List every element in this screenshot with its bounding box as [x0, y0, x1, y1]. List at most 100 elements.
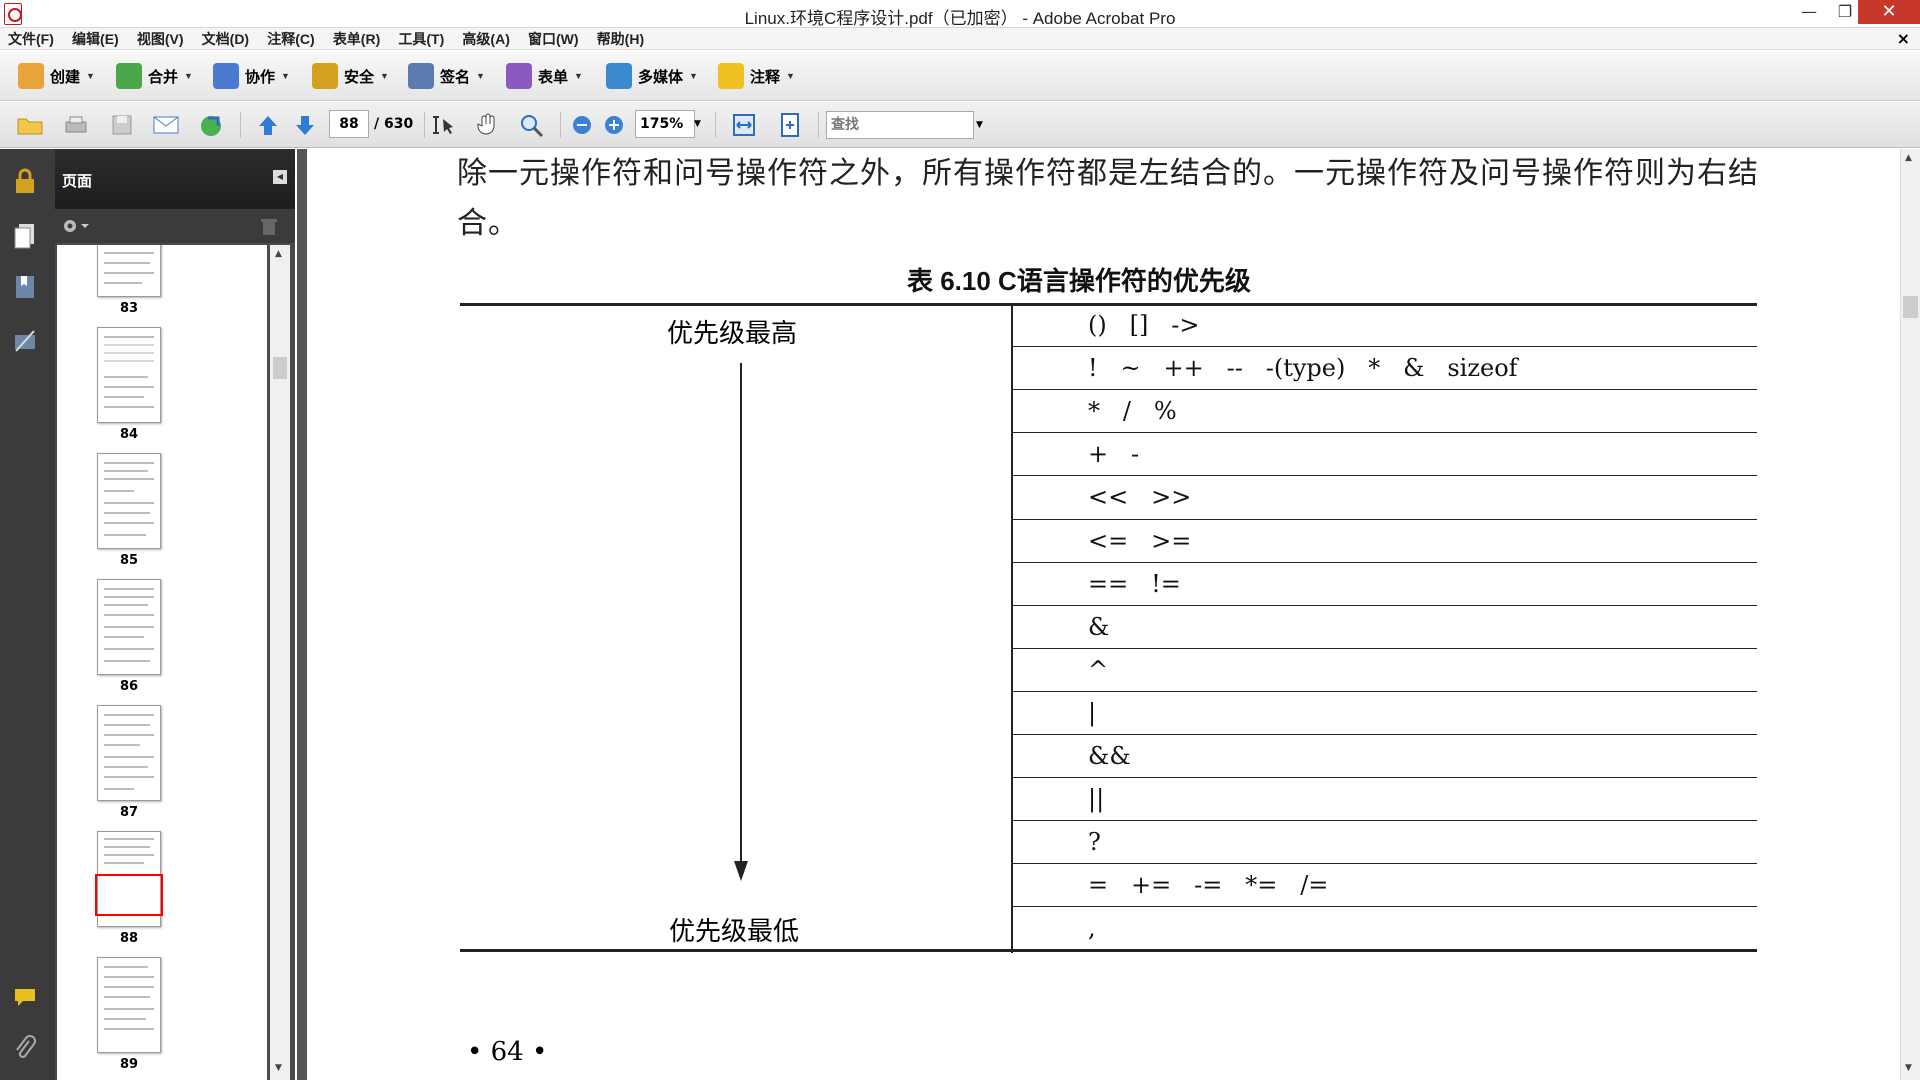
page-thumbnail[interactable] — [97, 245, 161, 297]
table-bottom-rule — [460, 949, 1757, 952]
page-thumbnail-list[interactable]: 83 84 85 86 87 88 89 — [57, 245, 267, 1080]
attachments-panel-button[interactable] — [12, 1035, 40, 1063]
task-create-button[interactable]: 创建 ▼ — [18, 61, 95, 91]
page-thumbnail-label: 87 — [119, 805, 139, 820]
table-caption: 表 6.10 C语言操作符的优先级 — [907, 266, 1251, 296]
row-separator — [1013, 389, 1757, 391]
operator-row: , — [1088, 914, 1096, 943]
pages-panel-title: 页面 — [62, 172, 93, 190]
navigation-pane-strip — [0, 149, 55, 1080]
find-input[interactable]: 查找 — [826, 111, 974, 139]
scroll-up-icon[interactable]: ▲ — [275, 249, 282, 259]
menu-forms[interactable]: 表单(R) — [326, 28, 387, 50]
lowest-priority-label: 优先级最低 — [669, 917, 800, 947]
lock-icon — [312, 63, 338, 89]
chevron-down-icon[interactable]: ▼ — [694, 119, 701, 129]
row-separator — [1013, 734, 1757, 735]
task-label: 注释 — [750, 68, 781, 86]
pages-panel-button[interactable] — [12, 221, 40, 249]
next-page-button[interactable] — [291, 111, 319, 139]
pen-icon — [408, 63, 434, 89]
select-tool-button[interactable] — [430, 111, 458, 139]
close-document-button[interactable]: × — [1897, 29, 1910, 48]
task-comment-button[interactable]: 注释 ▼ — [718, 61, 795, 91]
page-thumbnail[interactable] — [97, 453, 161, 549]
zoom-level-input[interactable]: 175% — [635, 110, 695, 138]
toolbar-divider — [240, 112, 241, 138]
page-thumbnail[interactable] — [97, 327, 161, 423]
page-total-label: / 630 — [374, 116, 414, 132]
print-button[interactable] — [62, 111, 90, 139]
save-button[interactable] — [108, 111, 136, 139]
page-number-input[interactable]: 88 — [329, 110, 369, 138]
fit-page-button[interactable] — [776, 111, 804, 139]
page-thumbnail[interactable] — [97, 705, 161, 801]
hand-tool-button[interactable] — [474, 111, 502, 139]
scrollbar-thumb[interactable] — [273, 357, 287, 379]
folder-icon — [17, 118, 43, 135]
signatures-panel-button[interactable] — [12, 327, 40, 355]
chevron-down-icon: ▼ — [86, 71, 95, 81]
arrow-down-icon — [734, 861, 748, 881]
zoom-out-button[interactable] — [568, 111, 596, 139]
thumbnail-scrollbar[interactable]: ▲ ▼ — [270, 245, 290, 1080]
document-scrollbar[interactable]: ▲ ▼ — [1900, 149, 1920, 1080]
share-button[interactable] — [198, 111, 226, 139]
chevron-down-icon[interactable]: ▼ — [976, 120, 983, 130]
chevron-down-icon: ▼ — [574, 71, 583, 81]
pdf-page: 除一元操作符和问号操作符之外，所有操作符都是左结合的。一元操作符及问号操作符则为… — [307, 149, 1900, 1080]
paperclip-icon — [16, 1035, 36, 1058]
menu-advanced[interactable]: 高级(A) — [455, 28, 516, 50]
text-cursor-icon — [433, 116, 453, 134]
scrollbar-thumb[interactable] — [1903, 296, 1918, 318]
menu-edit[interactable]: 编辑(E) — [65, 28, 126, 50]
menu-file[interactable]: 文件(F) — [0, 28, 61, 50]
task-sign-button[interactable]: 签名 ▼ — [408, 61, 485, 91]
menu-view[interactable]: 视图(V) — [130, 28, 191, 50]
menu-help[interactable]: 帮助(H) — [590, 28, 651, 50]
scroll-up-icon[interactable]: ▲ — [1905, 153, 1912, 163]
task-multimedia-button[interactable]: 多媒体 ▼ — [606, 61, 698, 91]
email-button[interactable] — [152, 111, 180, 139]
comments-panel-button[interactable] — [12, 985, 40, 1013]
menu-window[interactable]: 窗口(W) — [521, 28, 586, 50]
task-combine-button[interactable]: 合并 ▼ — [116, 61, 193, 91]
task-label: 合并 — [148, 68, 179, 86]
document-viewport[interactable]: 除一元操作符和问号操作符之外，所有操作符都是左结合的。一元操作符及问号操作符则为… — [297, 149, 1900, 1080]
row-separator — [1013, 475, 1757, 477]
page-thumbnail[interactable] — [97, 579, 161, 675]
scroll-down-icon[interactable]: ▼ — [275, 1063, 282, 1073]
comment-icon — [718, 63, 744, 89]
menu-document[interactable]: 文档(D) — [195, 28, 256, 50]
task-label: 协作 — [245, 68, 276, 86]
collapse-panel-button[interactable]: ◀ — [273, 170, 287, 184]
page-thumbnail-label: 89 — [119, 1057, 139, 1072]
pages-panel: 页面 ◀ 83 84 85 86 87 88 89 ▲ ▼ — [55, 149, 295, 1080]
task-collaborate-button[interactable]: 协作 ▼ — [213, 61, 290, 91]
task-forms-button[interactable]: 表单 ▼ — [506, 61, 583, 91]
security-lock-button[interactable] — [12, 167, 40, 195]
pages-panel-header: 页面 ◀ — [55, 149, 295, 209]
trash-icon[interactable] — [260, 217, 278, 237]
open-button[interactable] — [16, 111, 44, 139]
pages-panel-toolbar — [55, 209, 295, 243]
page-thumbnail[interactable] — [97, 957, 161, 1053]
collaborate-icon — [213, 63, 239, 89]
zoom-in-button[interactable] — [600, 111, 628, 139]
previous-page-button[interactable] — [254, 111, 282, 139]
gear-icon[interactable] — [61, 216, 91, 236]
fit-width-button[interactable] — [730, 111, 758, 139]
operator-row: & — [1088, 612, 1110, 641]
menu-comments[interactable]: 注释(C) — [260, 28, 321, 50]
task-secure-button[interactable]: 安全 ▼ — [312, 61, 389, 91]
task-label: 创建 — [50, 68, 81, 86]
zoom-tool-button[interactable] — [518, 111, 546, 139]
pages-icon — [14, 224, 34, 249]
close-window-button[interactable]: ✕ — [1858, 0, 1920, 24]
highest-priority-label: 优先级最高 — [667, 319, 798, 349]
combine-icon — [116, 63, 142, 89]
menu-tools[interactable]: 工具(T) — [391, 28, 451, 50]
bookmarks-panel-button[interactable] — [12, 273, 40, 301]
scroll-down-icon[interactable]: ▼ — [1905, 1063, 1912, 1073]
row-separator — [1013, 820, 1757, 822]
